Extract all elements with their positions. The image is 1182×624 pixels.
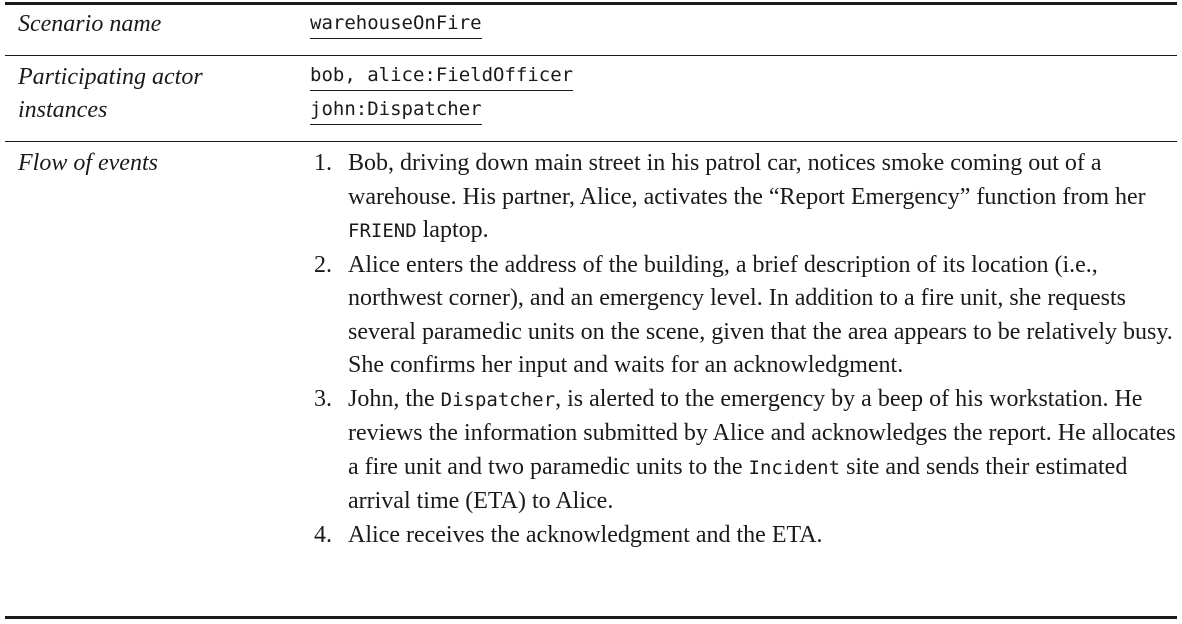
participating-actors-label-line1: Participating actor bbox=[18, 64, 203, 90]
step-text: Alice enters the address of the building… bbox=[348, 251, 1173, 379]
step-number: 4. bbox=[314, 521, 332, 548]
scenario-name-value: warehouseOnFire bbox=[310, 8, 482, 39]
participating-actors-label-line2: instances bbox=[18, 97, 108, 123]
flow-of-events-list: 1. Bob, driving down main street in his … bbox=[310, 147, 1180, 552]
actor-instances-line1: bob, alice:FieldOfficer bbox=[310, 60, 574, 91]
scenario-name-label: Scenario name bbox=[18, 11, 162, 37]
step-text: Bob, driving down main street in his pat… bbox=[348, 150, 1146, 210]
step-number: 3. bbox=[314, 385, 332, 412]
row-divider-2 bbox=[5, 141, 1177, 142]
step-text: Alice receives the acknowledgment and th… bbox=[348, 521, 823, 548]
step-code: Dispatcher bbox=[440, 388, 556, 411]
step-code: FRIEND bbox=[348, 220, 417, 242]
flow-step: 4. Alice receives the acknowledgment and… bbox=[310, 519, 1180, 553]
row-divider-1 bbox=[5, 55, 1177, 56]
bottom-rule bbox=[5, 616, 1177, 619]
flow-step: 1. Bob, driving down main street in his … bbox=[310, 147, 1180, 249]
step-number: 2. bbox=[314, 251, 332, 278]
step-code: Incident bbox=[748, 456, 841, 479]
step-number: 1. bbox=[314, 150, 332, 176]
participating-actors-label: Participating actor instances bbox=[18, 61, 203, 127]
top-rule bbox=[5, 2, 1177, 5]
flow-step: 3. John, the Dispatcher, is alerted to t… bbox=[310, 383, 1180, 519]
step-text: laptop. bbox=[416, 217, 489, 243]
flow-of-events-label: Flow of events bbox=[18, 150, 158, 176]
flow-step: 2. Alice enters the address of the build… bbox=[310, 249, 1180, 383]
actor-instances-line2: john:Dispatcher bbox=[310, 94, 482, 125]
step-text: John, the bbox=[348, 385, 441, 412]
